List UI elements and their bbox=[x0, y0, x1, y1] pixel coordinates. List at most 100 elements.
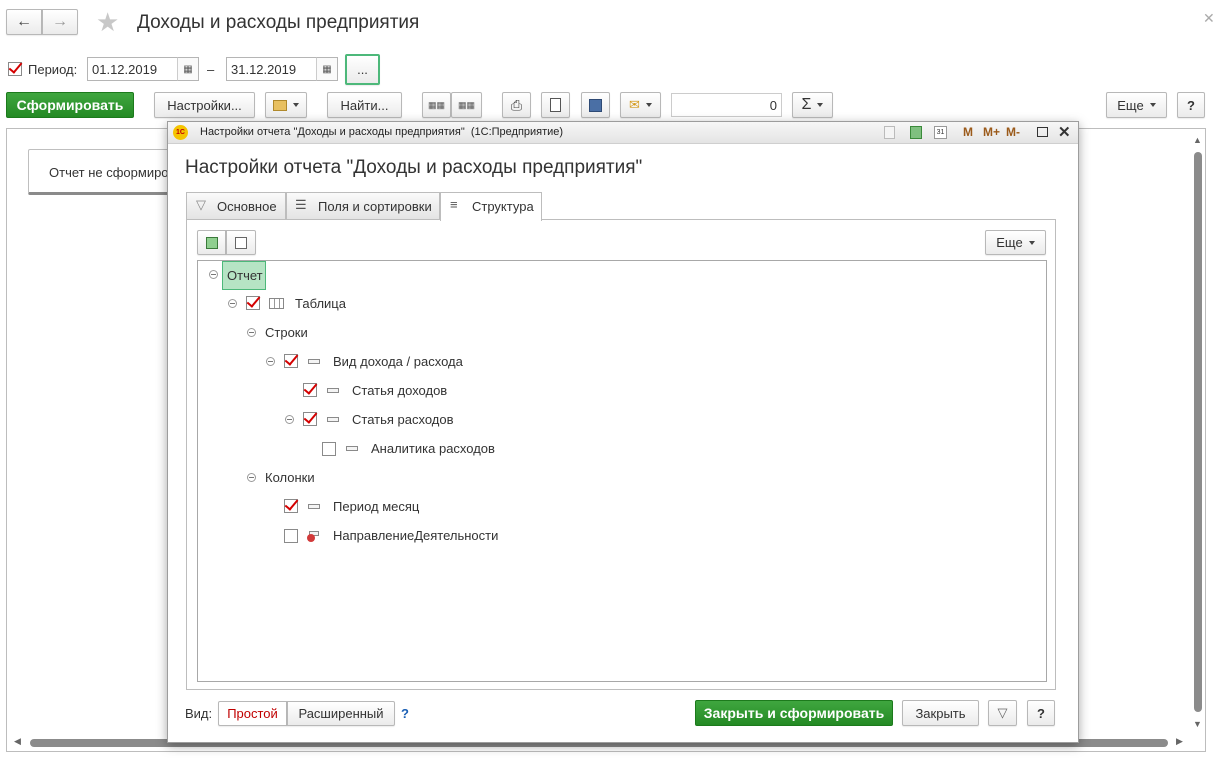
back-button[interactable]: ← bbox=[6, 9, 42, 35]
dialog-help-button[interactable]: ? bbox=[1027, 700, 1055, 726]
structure-icon: ≡ bbox=[450, 197, 458, 212]
period-label: Период: bbox=[28, 62, 78, 77]
forward-button[interactable]: → bbox=[42, 9, 78, 35]
tree-node-table[interactable]: Таблица bbox=[295, 296, 346, 311]
tree-node-period[interactable]: Период месяц bbox=[333, 499, 419, 514]
close-dialog-icon[interactable]: ✕ bbox=[1058, 123, 1071, 141]
print-button[interactable]: ⎙ bbox=[502, 92, 531, 118]
filter-settings-button[interactable]: ▽ bbox=[988, 700, 1017, 726]
vertical-scrollbar[interactable] bbox=[1194, 152, 1202, 712]
tree-collapse-table[interactable] bbox=[228, 299, 237, 308]
tab-main[interactable]: ▽ Основное bbox=[186, 192, 286, 219]
date-to-calendar-icon[interactable]: ▦ bbox=[316, 57, 338, 81]
tree-node-report[interactable]: Отчет bbox=[222, 261, 266, 290]
expand-groups-button[interactable]: ▦▦ bbox=[422, 92, 451, 118]
date-from-calendar-icon[interactable]: ▦ bbox=[177, 57, 199, 81]
sum-mode-button[interactable]: Σ bbox=[792, 92, 833, 118]
tree-check-period[interactable] bbox=[284, 499, 298, 513]
save-button[interactable] bbox=[581, 92, 610, 118]
preview-button[interactable] bbox=[541, 92, 570, 118]
form-report-button[interactable]: Сформировать bbox=[6, 92, 134, 118]
floppy-icon bbox=[589, 98, 602, 112]
sum-field bbox=[671, 93, 782, 117]
period-select-button[interactable]: ... bbox=[345, 54, 380, 85]
memory-plus-button[interactable]: M+ bbox=[983, 125, 1000, 139]
tree-node-expense[interactable]: Статья расходов bbox=[352, 412, 454, 427]
field-icon bbox=[308, 504, 320, 509]
send-email-button[interactable]: ✉ bbox=[620, 92, 661, 118]
tab-fields-label: Поля и сортировки bbox=[318, 199, 432, 214]
dialog-help-label: ? bbox=[1037, 705, 1045, 721]
filter-icon: ▽ bbox=[196, 197, 206, 212]
settings-button[interactable]: Настройки... bbox=[154, 92, 255, 118]
tree-check-group[interactable] bbox=[284, 354, 298, 368]
scroll-down-icon[interactable]: ▼ bbox=[1193, 719, 1202, 729]
memory-m-button[interactable]: M bbox=[963, 125, 973, 139]
more-button[interactable]: Еще bbox=[1106, 92, 1167, 118]
printer-icon: ⎙ bbox=[510, 96, 523, 113]
uncheck-all-icon bbox=[235, 236, 247, 249]
memory-minus-button[interactable]: M- bbox=[1006, 125, 1020, 139]
dialog-heading: Настройки отчета "Доходы и расходы предп… bbox=[185, 157, 643, 178]
tree-node-analytics[interactable]: Аналитика расходов bbox=[371, 441, 495, 456]
tree-check-expense[interactable] bbox=[303, 412, 317, 426]
tab-fields[interactable]: ☰ Поля и сортировки bbox=[286, 192, 440, 219]
uncheck-all-button[interactable] bbox=[226, 230, 256, 255]
date-to-field[interactable] bbox=[226, 57, 317, 81]
tab-main-label: Основное bbox=[217, 199, 277, 214]
tree-collapse-report[interactable] bbox=[209, 270, 218, 279]
date-from-field[interactable] bbox=[87, 57, 178, 81]
1c-logo-icon: 1C bbox=[173, 125, 188, 140]
tree-node-rows[interactable]: Строки bbox=[265, 325, 308, 340]
tree-node-columns[interactable]: Колонки bbox=[265, 470, 315, 485]
tab-structure[interactable]: ≡ Структура bbox=[440, 192, 542, 221]
variant-dropdown-button[interactable] bbox=[265, 92, 307, 118]
find-button[interactable]: Найти... bbox=[327, 92, 402, 118]
tree-node-group[interactable]: Вид дохода / расхода bbox=[333, 354, 463, 369]
page-title: Доходы и расходы предприятия bbox=[137, 12, 420, 33]
collapse-groups-button[interactable]: ▦▦ bbox=[451, 92, 482, 118]
groups-expand-icon: ▦▦ bbox=[427, 99, 445, 110]
calendar-icon[interactable]: 31 bbox=[934, 126, 947, 139]
scroll-left-icon[interactable]: ◀ bbox=[14, 736, 21, 747]
tree-check-table[interactable] bbox=[246, 296, 260, 310]
period-checkbox[interactable] bbox=[8, 62, 22, 76]
tree-check-analytics[interactable] bbox=[322, 442, 336, 456]
dialog-window-title: Настройки отчета "Доходы и расходы предп… bbox=[200, 126, 564, 138]
tree-collapse-expense[interactable] bbox=[285, 415, 294, 424]
arrow-right-icon: → bbox=[52, 13, 68, 30]
tree-node-income[interactable]: Статья доходов bbox=[352, 383, 447, 398]
close-window-icon[interactable]: ✕ bbox=[1203, 10, 1215, 27]
panel-more-button[interactable]: Еще bbox=[985, 230, 1046, 255]
field-icon bbox=[346, 446, 358, 451]
check-all-button[interactable] bbox=[197, 230, 226, 255]
view-extended-button[interactable]: Расширенный bbox=[287, 701, 395, 726]
star-icon[interactable]: ★ bbox=[96, 7, 119, 37]
more-label: Еще bbox=[1117, 97, 1144, 113]
calculator-icon[interactable] bbox=[910, 126, 922, 139]
help-button[interactable]: ? bbox=[1177, 92, 1205, 118]
field-icon bbox=[308, 359, 320, 364]
structure-panel: Еще Отчет Таблица Строки Вид дохода / ра… bbox=[186, 219, 1056, 690]
envelope-icon: ✉ bbox=[629, 97, 640, 112]
scroll-right-icon[interactable]: ▶ bbox=[1176, 736, 1183, 747]
maximize-icon[interactable] bbox=[1037, 127, 1048, 137]
tree-check-direction[interactable] bbox=[284, 529, 298, 543]
tab-structure-label: Структура bbox=[472, 199, 534, 214]
view-simple-label: Простой bbox=[227, 706, 278, 721]
tree-collapse-columns[interactable] bbox=[247, 473, 256, 482]
view-label: Вид: bbox=[185, 706, 213, 721]
field-icon bbox=[327, 388, 339, 393]
check-all-icon bbox=[205, 236, 218, 249]
table-icon bbox=[269, 298, 284, 309]
view-help-link[interactable]: ? bbox=[401, 706, 409, 721]
document-icon[interactable] bbox=[884, 126, 895, 139]
tree-collapse-group[interactable] bbox=[266, 357, 275, 366]
tree-check-income[interactable] bbox=[303, 383, 317, 397]
scroll-up-icon[interactable]: ▲ bbox=[1193, 135, 1202, 145]
close-and-form-button[interactable]: Закрыть и сформировать bbox=[695, 700, 893, 726]
close-button[interactable]: Закрыть bbox=[902, 700, 979, 726]
tree-node-direction[interactable]: НаправлениеДеятельности bbox=[333, 528, 498, 543]
view-simple-button[interactable]: Простой bbox=[218, 701, 287, 726]
tree-collapse-rows[interactable] bbox=[247, 328, 256, 337]
